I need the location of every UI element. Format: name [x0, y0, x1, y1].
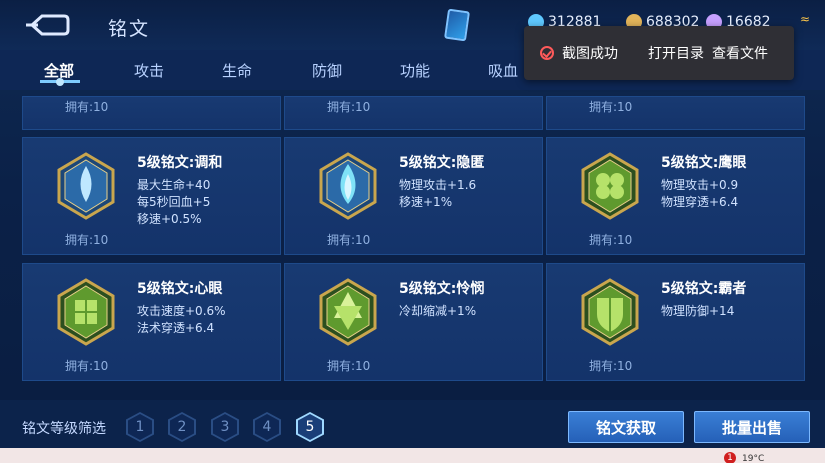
view-file-link[interactable]: 查看文件	[712, 43, 768, 63]
level-number: 5	[305, 419, 315, 435]
rune-card[interactable]: 5级铭文:鹰眼 物理攻击+0.9 物理穿透+6.4 拥有:10	[546, 137, 805, 255]
owned-count: 拥有:10	[327, 233, 371, 247]
rune-card-partial[interactable]: 拥有:10	[284, 96, 543, 130]
page-title: 铭文	[108, 18, 151, 40]
back-arrow-icon[interactable]	[24, 12, 70, 38]
rune-name: 5级铭文:隐匿	[399, 155, 485, 171]
os-taskbar	[0, 448, 825, 463]
owned-count: 拥有:10	[65, 233, 109, 247]
owned-count: 拥有:10	[65, 100, 109, 114]
tab-defense[interactable]: 防御	[312, 60, 342, 81]
rune-card[interactable]: 5级铭文:怜悯 冷却缩减+1% 拥有:10	[284, 263, 543, 381]
owned-count: 拥有:10	[589, 233, 633, 247]
rune-name: 5级铭文:怜悯	[399, 281, 485, 297]
rune-card-partial[interactable]: 拥有:10	[22, 96, 281, 130]
tab-utility[interactable]: 功能	[400, 60, 430, 81]
tab-indicator-dot	[56, 78, 64, 86]
leaf-rune-icon	[57, 278, 115, 346]
rune-name: 5级铭文:霸者	[661, 281, 747, 297]
owned-count: 拥有:10	[327, 100, 371, 114]
rune-stat: 物理穿透+6.4	[661, 195, 739, 209]
rune-name: 5级铭文:鹰眼	[661, 155, 747, 171]
wifi-icon: ≈	[800, 12, 811, 26]
screenshot-toast: 截图成功 打开目录 查看文件	[524, 26, 794, 80]
notification-badge[interactable]: 1	[724, 452, 736, 463]
level-filter-label: 铭文等级筛选	[22, 421, 106, 437]
rune-stat: 每5秒回血+5	[137, 195, 211, 209]
rune-stat: 移速+0.5%	[137, 212, 202, 226]
rune-card[interactable]: 5级铭文:调和 最大生命+40 每5秒回血+5 移速+0.5% 拥有:10	[22, 137, 281, 255]
rune-stat: 最大生命+40	[137, 178, 211, 192]
level-number: 4	[262, 419, 272, 435]
owned-count: 拥有:10	[65, 359, 109, 373]
bulk-sell-button[interactable]: 批量出售	[694, 411, 810, 443]
rune-stat: 物理攻击+0.9	[661, 178, 739, 192]
owned-count: 拥有:10	[327, 359, 371, 373]
rune-stat: 物理攻击+1.6	[399, 178, 477, 192]
owned-count: 拥有:10	[589, 100, 633, 114]
rune-stat: 移速+1%	[399, 195, 453, 209]
level-number: 1	[135, 419, 145, 435]
rune-stat: 攻击速度+0.6%	[137, 304, 226, 318]
rune-name: 5级铭文:心眼	[137, 281, 223, 297]
rune-stat: 冷却缩减+1%	[399, 304, 477, 318]
owned-count: 拥有:10	[589, 359, 633, 373]
rune-name: 5级铭文:调和	[137, 155, 223, 171]
tab-attack[interactable]: 攻击	[134, 60, 164, 81]
level-number: 3	[220, 419, 230, 435]
rune-stat: 法术穿透+6.4	[137, 321, 215, 335]
card-icon[interactable]	[444, 8, 470, 42]
rune-card-partial[interactable]: 拥有:10	[546, 96, 805, 130]
rune-card[interactable]: 5级铭文:霸者 物理防御+14 拥有:10	[546, 263, 805, 381]
teardrop-rune-icon	[57, 152, 115, 220]
rune-stat: 物理防御+14	[661, 304, 735, 318]
flame-rune-icon	[319, 152, 377, 220]
rune-card[interactable]: 5级铭文:心眼 攻击速度+0.6% 法术穿透+6.4 拥有:10	[22, 263, 281, 381]
level-number: 2	[177, 419, 187, 435]
tab-lifesteal[interactable]: 吸血	[488, 60, 518, 81]
shield-rune-icon	[581, 278, 639, 346]
toast-status: 截图成功	[562, 46, 618, 62]
rune-acquire-button[interactable]: 铭文获取	[568, 411, 684, 443]
rune-card[interactable]: 5级铭文:隐匿 物理攻击+1.6 移速+1% 拥有:10	[284, 137, 543, 255]
weather-temperature: 19°C	[742, 454, 765, 463]
clover-rune-icon	[581, 152, 639, 220]
check-circle-icon	[540, 46, 554, 60]
open-directory-link[interactable]: 打开目录	[648, 43, 704, 63]
tab-health[interactable]: 生命	[222, 60, 252, 81]
star-rune-icon	[319, 278, 377, 346]
